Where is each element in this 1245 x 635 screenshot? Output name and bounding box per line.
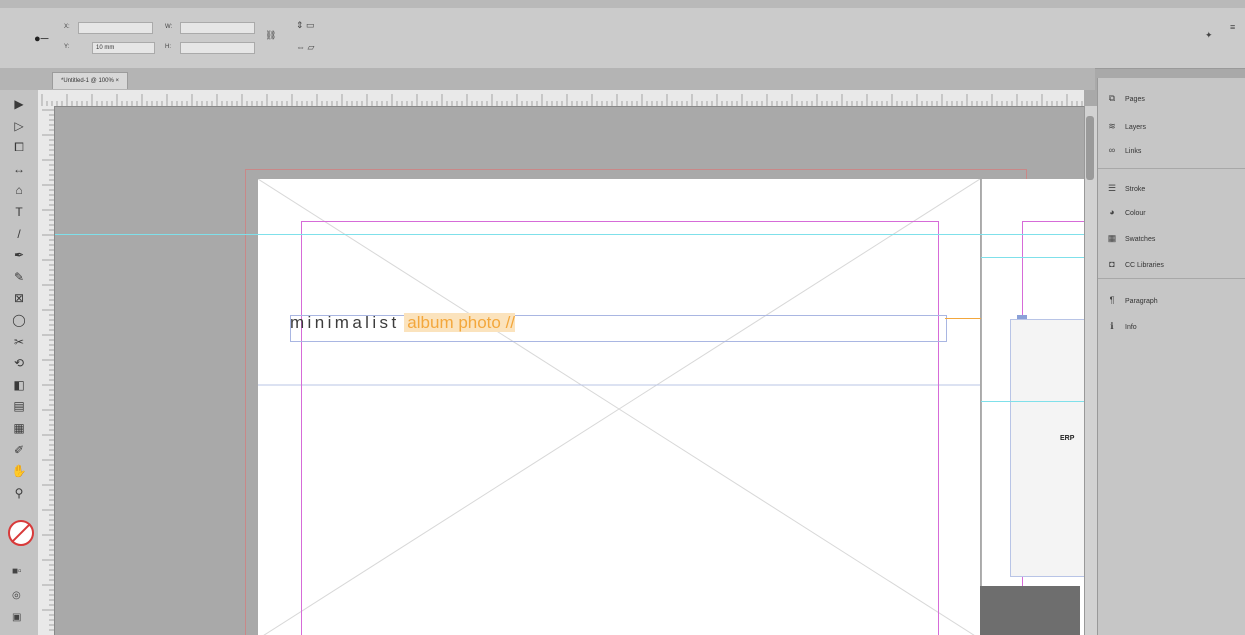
horizontal-guide-2[interactable] bbox=[981, 257, 1084, 258]
x-label: X: bbox=[64, 24, 70, 30]
panel-label: Links bbox=[1125, 148, 1142, 155]
panel-label: Info bbox=[1125, 324, 1137, 331]
direct-selection-tool-icon[interactable]: ▷ bbox=[10, 118, 28, 134]
constrain-proportions-icon[interactable]: ⛓ bbox=[265, 30, 276, 40]
headline-main: minimalist bbox=[290, 313, 400, 332]
h-label: H: bbox=[165, 44, 171, 50]
ellipse-tool-icon[interactable]: ◯ bbox=[10, 312, 28, 328]
formatting-affects-container-icon[interactable]: ■▫ bbox=[12, 566, 22, 577]
free-transform-tool-icon[interactable]: ⟲ bbox=[10, 355, 28, 371]
panel-label: Layers bbox=[1125, 124, 1147, 131]
right-page-text-frame[interactable] bbox=[1010, 319, 1084, 577]
panel-label: Paragraph bbox=[1125, 298, 1158, 305]
zoom-tool-icon[interactable]: ⚲ bbox=[10, 485, 28, 501]
vertical-scrollbar[interactable] bbox=[1084, 106, 1097, 635]
panel-paragraph[interactable]: ¶ Paragraph bbox=[1105, 292, 1158, 308]
type-tool-icon[interactable]: T bbox=[10, 204, 28, 220]
swatches-icon: ▦ bbox=[1107, 233, 1117, 243]
panel-links[interactable]: ∞ Links bbox=[1105, 142, 1142, 158]
panel-label: Colour bbox=[1125, 210, 1146, 217]
rectangle-frame-tool-icon[interactable]: ⊠ bbox=[10, 290, 28, 306]
gap-tool-icon[interactable]: ↔ bbox=[10, 161, 28, 177]
line-tool-icon[interactable]: / bbox=[10, 226, 28, 242]
margin-guide bbox=[301, 221, 939, 635]
scale-y-icon[interactable]: ⇔ ▱ bbox=[296, 42, 314, 52]
pages-icon: ⧉ bbox=[1108, 93, 1116, 103]
stroke-icon: ☰ bbox=[1107, 183, 1117, 193]
panel-label: Swatches bbox=[1125, 236, 1156, 243]
content-collector-icon[interactable]: ⌂ bbox=[10, 182, 28, 198]
panel-layers[interactable]: ≋ Layers bbox=[1105, 118, 1146, 134]
tool-list: ▶ ▷ ⧠ ↔ ⌂ T / ✒ ✎ ⊠ ◯ ✂ ⟲ ◧ ▤ ▦ ✐ ✋ ⚲ bbox=[0, 90, 38, 635]
eyedropper-tool-icon[interactable]: ✐ bbox=[10, 442, 28, 458]
gradient-feather-tool-icon[interactable]: ▤ bbox=[10, 398, 28, 414]
info-icon: ℹ bbox=[1110, 321, 1114, 331]
panel-stroke[interactable]: ☰ Stroke bbox=[1105, 180, 1145, 196]
frame-handle[interactable] bbox=[1017, 315, 1027, 319]
right-page-dark-block bbox=[980, 586, 1080, 635]
horizontal-guide-3[interactable] bbox=[981, 401, 1084, 402]
panel-options-icon[interactable]: ✦ bbox=[1205, 30, 1213, 40]
fill-stroke-none-icon[interactable] bbox=[8, 520, 34, 546]
horizontal-guide-1[interactable] bbox=[55, 234, 1084, 235]
links-icon: ∞ bbox=[1108, 145, 1116, 155]
reference-point-icon[interactable]: ●─ bbox=[34, 33, 48, 45]
cc-libraries-icon: ◘ bbox=[1109, 259, 1115, 269]
w-label: W: bbox=[165, 24, 173, 30]
title-strip bbox=[0, 0, 1245, 8]
page-tool-icon[interactable]: ⧠ bbox=[10, 139, 28, 155]
pasteboard[interactable]: ERP minimalist album photo // bbox=[55, 107, 1084, 635]
panel-pages[interactable]: ⧉ Pages bbox=[1105, 90, 1145, 106]
gradient-swatch-tool-icon[interactable]: ◧ bbox=[10, 377, 28, 393]
panel-colour[interactable]: ◕ Colour bbox=[1105, 204, 1146, 220]
horizontal-ruler-ticks bbox=[41, 94, 1083, 106]
control-bar: ●─ X: Y: 10 mm W: H: ⛓ ⇕ ▭ ⇔ ▱ ✦ ≡ bbox=[0, 0, 1245, 69]
document-tab-bar bbox=[0, 68, 1095, 90]
selection-tool-icon[interactable]: ▶ bbox=[10, 96, 28, 112]
w-field[interactable] bbox=[180, 22, 255, 34]
horizontal-ruler[interactable] bbox=[38, 90, 1084, 107]
y-label: Y: bbox=[64, 44, 70, 50]
vertical-scrollbar-thumb[interactable] bbox=[1086, 116, 1094, 180]
scissors-tool-icon[interactable]: ✂ bbox=[10, 334, 28, 350]
screen-mode-icon[interactable]: ▣ bbox=[12, 612, 21, 623]
panel-swatches[interactable]: ▦ Swatches bbox=[1105, 230, 1156, 246]
control-menu-icon[interactable]: ≡ bbox=[1230, 22, 1235, 32]
view-mode-icon[interactable]: ◎ bbox=[12, 590, 21, 601]
h-field[interactable] bbox=[180, 42, 255, 54]
vertical-ruler[interactable] bbox=[38, 106, 55, 635]
text-thread-line bbox=[945, 318, 981, 319]
headline-text[interactable]: minimalist album photo // bbox=[290, 312, 516, 334]
document-tab[interactable]: *Untitled-1 @ 100% × bbox=[52, 72, 128, 89]
scale-x-icon[interactable]: ⇕ ▭ bbox=[296, 20, 315, 30]
headline-accent-selected: album photo // bbox=[404, 313, 516, 332]
y-field[interactable]: 10 mm bbox=[92, 42, 155, 54]
right-page-partial-text: ERP bbox=[1060, 435, 1075, 442]
colour-icon: ◕ bbox=[1109, 207, 1115, 217]
panel-label: Stroke bbox=[1125, 186, 1146, 193]
panel-list: ⧉ Pages ≋ Layers ∞ Links ☰ Stroke ◕ Colour ▦ Swatch… bbox=[1097, 78, 1245, 378]
paragraph-icon: ¶ bbox=[1109, 295, 1115, 305]
panel-label: Pages bbox=[1125, 96, 1145, 103]
panel-cc-libraries[interactable]: ◘ CC Libraries bbox=[1105, 256, 1164, 272]
vertical-ruler-ticks bbox=[42, 109, 54, 631]
panel-info[interactable]: ℹ Info bbox=[1105, 318, 1137, 334]
panel-label: CC Libraries bbox=[1125, 262, 1164, 269]
layers-icon: ≋ bbox=[1108, 121, 1116, 131]
note-tool-icon[interactable]: ▦ bbox=[10, 420, 28, 436]
hand-tool-icon[interactable]: ✋ bbox=[10, 463, 28, 479]
x-field[interactable] bbox=[78, 22, 153, 34]
pencil-tool-icon[interactable]: ✎ bbox=[10, 269, 28, 285]
pen-tool-icon[interactable]: ✒ bbox=[10, 247, 28, 263]
